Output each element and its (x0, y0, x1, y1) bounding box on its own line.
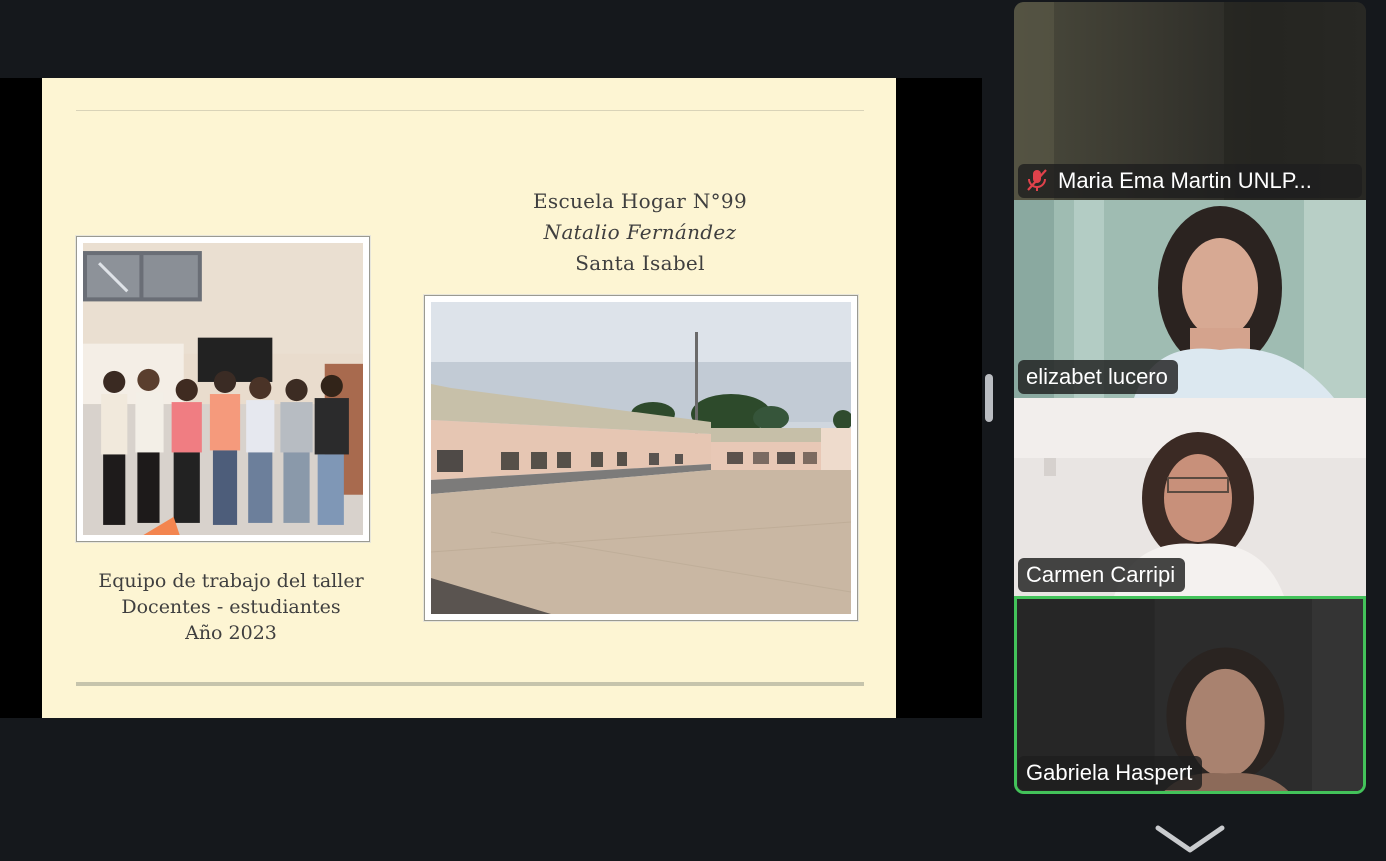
slide-bottom-rule (76, 682, 864, 686)
team-photo-caption: Equipo de trabajo del taller Docentes - … (76, 568, 386, 646)
participant-tile-elizabet-lucero[interactable]: elizabet lucero (1014, 200, 1366, 398)
panel-resize-handle[interactable] (985, 374, 993, 422)
school-photo-frame (424, 295, 858, 621)
participant-name-label: Gabriela Haspert (1018, 756, 1203, 790)
participant-name-label: Carmen Carripi (1018, 558, 1186, 592)
participant-name-label: Maria Ema Martin UNLP... (1018, 164, 1362, 198)
team-photo-frame (76, 236, 370, 542)
caption-line-2: Docentes - estudiantes (121, 596, 341, 618)
chevron-down-icon[interactable] (1154, 824, 1226, 856)
caption-line-3: Año 2023 (185, 622, 277, 644)
participant-tile-gabriela-haspert-active-speaker[interactable]: Gabriela Haspert (1014, 596, 1366, 794)
school-name: Escuela Hogar N°99 (533, 189, 747, 213)
school-photo (431, 302, 851, 614)
team-photo (83, 243, 363, 535)
shared-screen: Escuela Hogar N°99 Natalio Fernández San… (0, 78, 982, 718)
mic-muted-icon (1024, 167, 1050, 193)
school-location: Santa Isabel (575, 251, 705, 275)
school-title: Escuela Hogar N°99 Natalio Fernández San… (438, 186, 842, 279)
caption-line-1: Equipo de trabajo del taller (98, 570, 364, 592)
participant-name: Maria Ema Martin UNLP... (1058, 168, 1312, 193)
school-patron: Natalio Fernández (543, 220, 737, 244)
presentation-slide: Escuela Hogar N°99 Natalio Fernández San… (42, 78, 896, 718)
participant-tile-carmen-carripi[interactable]: Carmen Carripi (1014, 398, 1366, 596)
participant-name-label: elizabet lucero (1018, 360, 1178, 394)
participant-tile-maria-ema-martin[interactable]: Maria Ema Martin UNLP... (1014, 2, 1366, 200)
slide-top-rule (76, 110, 864, 111)
